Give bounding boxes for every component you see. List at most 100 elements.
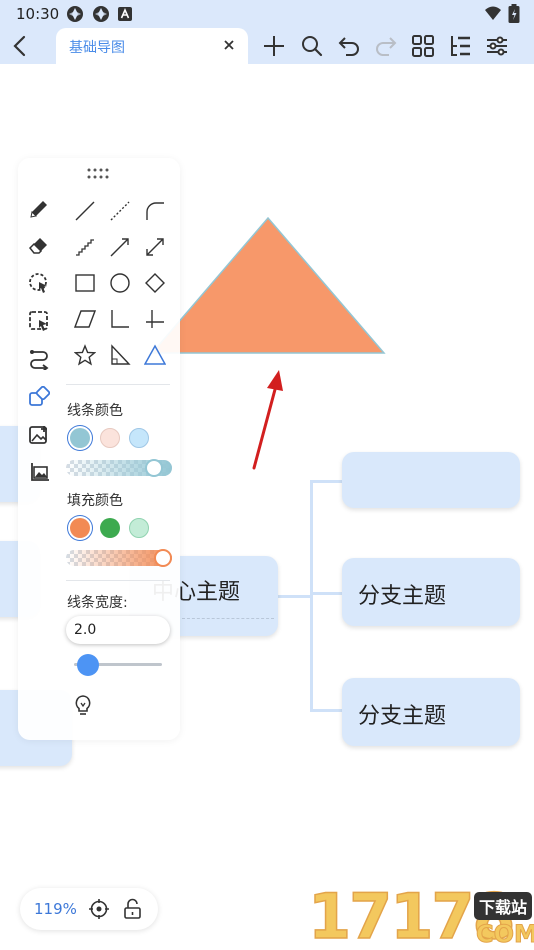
unlock-icon <box>124 898 141 919</box>
eraser-tool[interactable] <box>26 232 52 258</box>
line-color-swatch-3[interactable] <box>129 428 149 448</box>
pen-tool[interactable] <box>26 196 52 222</box>
redo-icon <box>376 37 397 56</box>
locate-button[interactable] <box>86 896 112 922</box>
image-frame-icon <box>31 463 49 481</box>
app-notification-icon <box>67 6 83 22</box>
shapes-icon <box>29 386 50 406</box>
line-color-label: 线条颜色 <box>67 403 123 419</box>
arrow-line-icon <box>110 238 129 257</box>
grid-icon <box>412 35 434 57</box>
line-color-swatch-2[interactable] <box>100 428 120 448</box>
pencil-icon <box>30 201 47 218</box>
redo-button[interactable] <box>370 30 402 62</box>
red-arrow-annotation <box>252 370 283 470</box>
line-opacity-slider[interactable] <box>66 460 172 476</box>
star-icon <box>74 344 96 366</box>
arrow-line-tool[interactable] <box>107 234 133 260</box>
close-icon <box>224 40 234 50</box>
axis-tool[interactable] <box>107 306 133 332</box>
triangle-icon <box>144 344 166 365</box>
top-toolbar: 基础导图 <box>0 28 534 64</box>
rectangle-tool[interactable] <box>72 270 98 296</box>
crosshair-icon <box>89 899 109 919</box>
status-time: 10:30 <box>16 5 60 23</box>
curve-icon <box>146 202 164 220</box>
settings-button[interactable] <box>481 30 513 62</box>
right-triangle-tool[interactable] <box>107 342 133 368</box>
image-frame-tool[interactable] <box>26 460 52 486</box>
back-button[interactable] <box>4 30 36 62</box>
parallelogram-icon <box>74 310 96 328</box>
branch-node-3[interactable]: 分支主题 <box>342 678 520 746</box>
lock-button[interactable] <box>120 896 146 922</box>
wifi-icon <box>485 6 501 20</box>
eraser-icon <box>28 238 47 254</box>
zigzag-line-icon <box>76 239 94 256</box>
fill-color-swatch-1[interactable] <box>70 518 90 538</box>
panel-divider <box>66 580 170 581</box>
tips-button[interactable] <box>70 692 96 718</box>
line-width-label: 线条宽度: <box>67 595 128 611</box>
lasso-select-icon <box>29 273 47 293</box>
watermark: 17178 下载站 COM <box>307 879 534 950</box>
circle-icon <box>110 273 130 293</box>
search-button[interactable] <box>296 30 328 62</box>
connector-icon <box>30 350 49 370</box>
dashed-line-tool[interactable] <box>107 198 133 224</box>
insert-image-tool[interactable] <box>26 422 52 448</box>
cross-axis-tool[interactable] <box>142 306 168 332</box>
dashed-line-icon <box>110 201 130 221</box>
branch-node-1[interactable] <box>342 452 520 508</box>
search-icon <box>302 36 323 57</box>
circle-tool[interactable] <box>107 270 133 296</box>
triangle-shape[interactable] <box>150 212 390 360</box>
rectangle-icon <box>75 274 95 292</box>
branch-node-2[interactable]: 分支主题 <box>342 558 520 626</box>
curve-tool[interactable] <box>142 198 168 224</box>
fill-opacity-slider[interactable] <box>66 550 172 566</box>
triangle-tool[interactable] <box>142 342 168 368</box>
document-tab[interactable]: 基础导图 <box>56 28 248 64</box>
double-arrow-tool[interactable] <box>142 234 168 260</box>
tab-close-button[interactable] <box>218 34 240 56</box>
branch-node-2-label: 分支主题 <box>358 584 447 609</box>
zigzag-line-tool[interactable] <box>72 234 98 260</box>
line-color-swatch-1[interactable] <box>70 428 90 448</box>
line-width-knob[interactable] <box>77 654 100 676</box>
diamond-tool[interactable] <box>142 270 168 296</box>
center-topic-dashed-line <box>182 618 274 619</box>
line-width-slider[interactable] <box>74 654 162 676</box>
connector-line <box>310 709 342 712</box>
zoom-level[interactable]: 119% <box>34 900 77 918</box>
connector-tool[interactable] <box>26 346 52 372</box>
line-width-input[interactable]: 2.0 <box>66 616 170 644</box>
add-button[interactable] <box>258 30 290 62</box>
drawing-tool-panel: 线条颜色 填充颜色 线条宽度: 2.0 <box>18 158 180 740</box>
settings-icon <box>487 36 507 56</box>
box-select-icon <box>29 311 48 331</box>
shape-tool[interactable] <box>26 384 52 410</box>
branch-node-3-label: 分支主题 <box>358 704 447 729</box>
status-bar: 10:30 <box>0 0 534 28</box>
axis-icon <box>111 310 129 328</box>
fill-opacity-knob[interactable] <box>156 551 170 565</box>
lasso-select-tool[interactable] <box>26 270 52 296</box>
fill-color-label: 填充颜色 <box>67 493 123 509</box>
fill-color-swatch-3[interactable] <box>129 518 149 538</box>
double-arrow-icon <box>146 238 164 256</box>
outline-button[interactable] <box>444 30 476 62</box>
parallelogram-tool[interactable] <box>72 306 98 332</box>
connector-line <box>310 480 313 712</box>
undo-icon <box>338 37 359 56</box>
line-opacity-knob[interactable] <box>147 461 161 475</box>
drag-handle-icon[interactable] <box>86 166 110 182</box>
undo-button[interactable] <box>333 30 365 62</box>
box-select-tool[interactable] <box>26 308 52 334</box>
fill-color-swatch-2[interactable] <box>100 518 120 538</box>
star-tool[interactable] <box>72 342 98 368</box>
layout-button[interactable] <box>407 30 439 62</box>
right-triangle-icon <box>111 344 131 365</box>
line-tool[interactable] <box>72 198 98 224</box>
outline-icon <box>451 36 470 56</box>
